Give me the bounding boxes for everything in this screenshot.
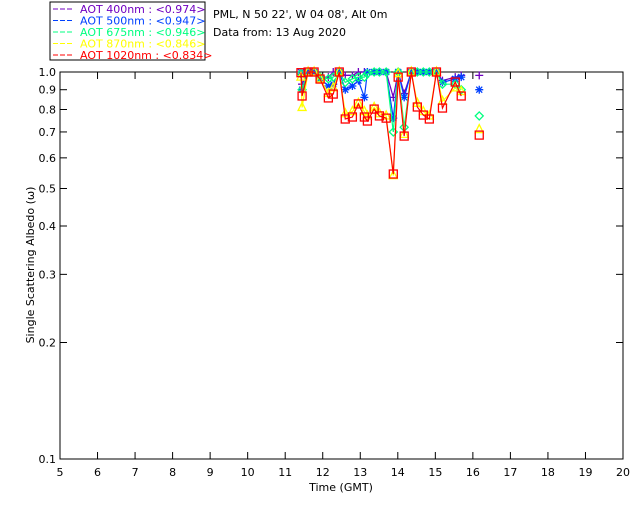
y-tick-label: 0.8 [39, 104, 57, 117]
y-axis-label: Single Scattering Albedo (ω) [24, 187, 37, 344]
series-line [300, 71, 462, 176]
x-tick-label: 12 [316, 466, 330, 479]
plot-frame [59, 71, 624, 460]
x-tick-label: 13 [353, 466, 367, 479]
chart-title-line-2: Data from: 13 Aug 2020 [213, 26, 346, 39]
albedo-chart: 5 6 7 8 9 10 11 12 13 14 15 16 17 18 19 20 1.0 0.9 0.8 0.7 0… [24, 1, 630, 494]
x-tick-label: 20 [616, 466, 630, 479]
data-point-diamond [474, 111, 485, 121]
data-point-asterisk [457, 73, 466, 82]
y-tick-label: 0.1 [39, 453, 57, 466]
x-tick-label: 5 [57, 466, 64, 479]
x-tick-label: 17 [503, 466, 517, 479]
y-tick-label: 0.2 [39, 337, 57, 350]
y-tick-label: 0.4 [39, 220, 57, 233]
y-tick-label: 0.7 [39, 126, 57, 139]
y-tick-label: 0.3 [39, 268, 57, 281]
x-tick-label: 11 [278, 466, 292, 479]
y-tick-label: 1.0 [39, 66, 57, 79]
x-tick-label: 19 [578, 466, 592, 479]
y-tick-label: 0.6 [39, 152, 57, 165]
x-tick-label: 18 [541, 466, 555, 479]
chart-container: 5 6 7 8 9 10 11 12 13 14 15 16 17 18 19 20 1.0 0.9 0.8 0.7 0… [0, 0, 640, 512]
x-tick-label: 14 [391, 466, 405, 479]
y-tick-label: 0.5 [39, 182, 57, 195]
legend-entry: AOT 1020nm : <0.834> [80, 49, 213, 62]
x-tick-label: 16 [466, 466, 480, 479]
x-tick-label: 8 [169, 466, 176, 479]
data-point-asterisk [475, 85, 484, 94]
y-tick-label: 0.9 [39, 84, 57, 97]
data-point-plus [475, 71, 484, 80]
chart-title-line-1: PML, N 50 22', W 04 08', Alt 0m [213, 8, 387, 21]
x-tick-label: 10 [241, 466, 255, 479]
x-tick-label: 6 [94, 466, 101, 479]
x-tick-label: 15 [428, 466, 442, 479]
x-tick-label: 9 [207, 466, 214, 479]
x-axis-label: Time (GMT) [308, 481, 373, 494]
x-tick-label: 7 [132, 466, 139, 479]
